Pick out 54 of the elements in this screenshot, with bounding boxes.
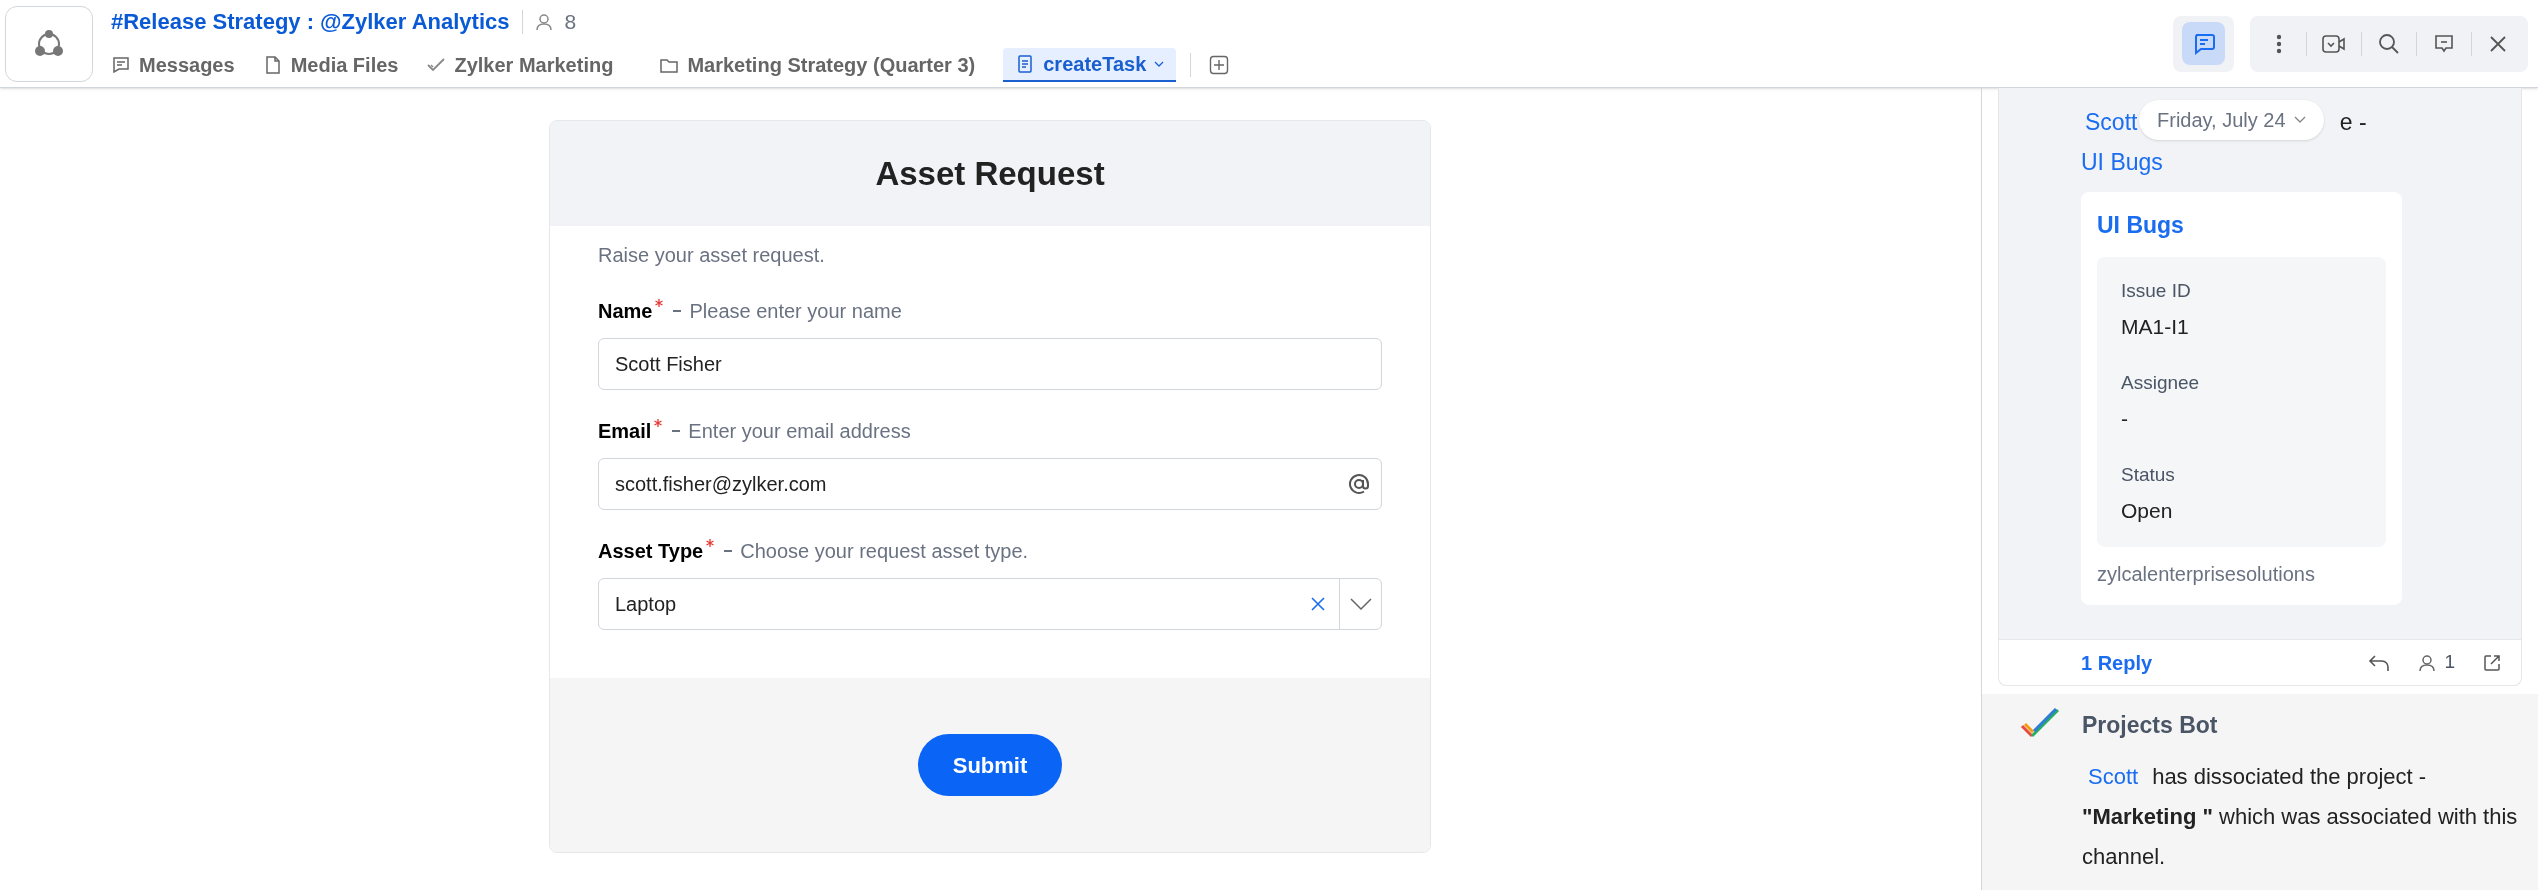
channel-tab[interactable]: Zylker Marketing	[426, 48, 614, 82]
field-value: Open	[2121, 498, 2174, 524]
issue-card-source: zylcalenterprisesolutions	[2097, 561, 2316, 587]
message-text-fragment: e -	[2339, 109, 2367, 135]
reply-icon[interactable]	[2368, 653, 2391, 672]
channel-tab[interactable]: Marketing Strategy (Quarter 3)	[659, 48, 976, 82]
video-icon	[2322, 33, 2347, 54]
plus-icon	[1209, 55, 1230, 75]
dropdown-field[interactable]: Laptop	[598, 578, 1382, 630]
at-sign-icon	[1348, 473, 1370, 495]
field-label: Issue ID	[2121, 278, 2192, 303]
input-field[interactable]: Scott Fisher	[598, 338, 1382, 390]
field-value: -	[2121, 406, 2129, 432]
date-pill[interactable]: Friday, July 24	[2139, 100, 2324, 140]
bot-message: Scott has dissociated the project - "Marketing " which was associated with this channel.	[2082, 762, 2519, 871]
input-field[interactable]: scott.fisher@zylker.com	[598, 458, 1382, 510]
submit-button[interactable]: Submit	[918, 734, 1062, 796]
field-label: Name	[598, 299, 653, 324]
person-icon	[534, 12, 553, 31]
search-icon	[2377, 32, 2400, 55]
mention-link[interactable]: Scott	[2085, 109, 2138, 135]
form-description: Raise your asset request.	[598, 243, 826, 268]
chat-panel-button[interactable]	[2182, 22, 2225, 65]
channel-title[interactable]: #Release Strategy : @Zylker Analytics	[111, 5, 510, 38]
member-count: 8	[564, 8, 577, 35]
mention-link[interactable]: Scott	[2088, 763, 2139, 789]
issue-link[interactable]: UI Bugs	[2081, 149, 2163, 175]
replies-link[interactable]: 1 Reply	[2081, 647, 2341, 678]
channel-tab[interactable]: Messages	[111, 48, 235, 82]
message-icon	[111, 55, 131, 75]
field-label: Assignee	[2121, 370, 2201, 395]
close-icon	[2489, 34, 2508, 53]
channel-tab[interactable]: Media Files	[262, 48, 399, 82]
issue-card-title[interactable]: UI Bugs	[2097, 208, 2386, 243]
open-external-icon[interactable]	[2483, 653, 2501, 672]
channel-tab[interactable]: createTask	[1003, 48, 1177, 82]
field-hint: Enter your email address	[688, 419, 911, 444]
participant-count: 1	[2444, 650, 2455, 675]
chevron-down-icon	[2293, 116, 2306, 124]
clear-icon[interactable]	[1311, 597, 1325, 611]
bot-name: Projects Bot	[2082, 711, 2218, 740]
field-label: Status	[2121, 462, 2176, 487]
field-hint: Please enter your name	[689, 299, 902, 324]
chevron-down-icon	[1154, 60, 1165, 68]
field-label: Email	[598, 419, 652, 444]
date-label: Friday, July 24	[2157, 108, 2286, 133]
field-hint: Choose your request asset type.	[740, 539, 1029, 564]
field-label: Asset Type	[598, 539, 704, 564]
comment-icon	[2433, 33, 2454, 54]
form-title: Asset Request	[875, 153, 1105, 194]
chevron-down-icon[interactable]	[1350, 598, 1372, 610]
person-icon	[2418, 653, 2437, 672]
more-icon	[2276, 33, 2283, 54]
field-value: MA1-I1	[2121, 314, 2190, 340]
